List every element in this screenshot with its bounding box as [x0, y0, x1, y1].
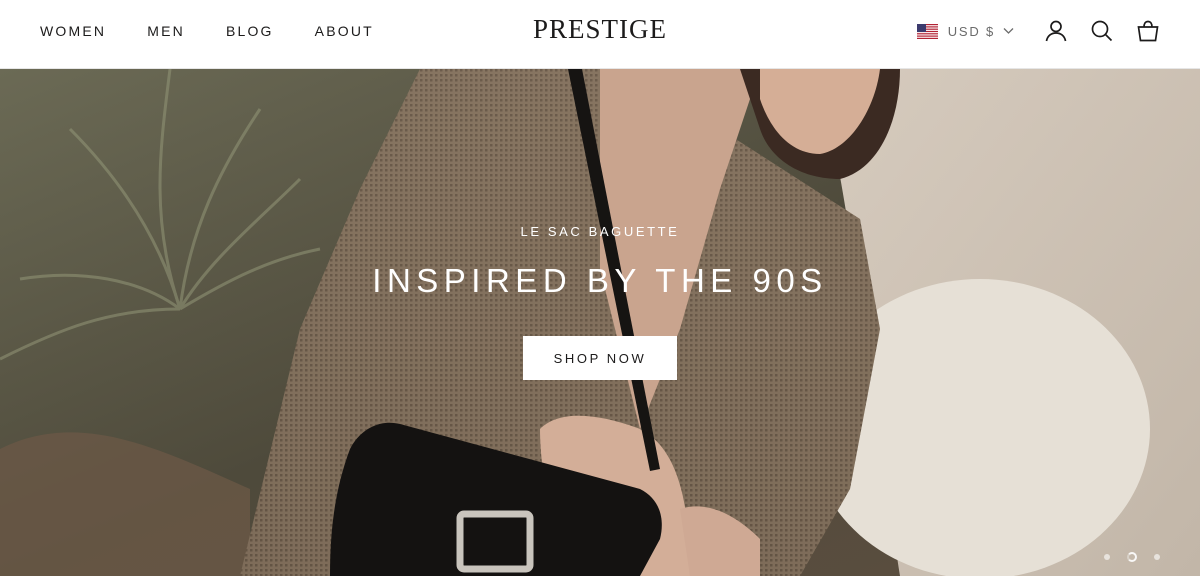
site-logo[interactable]: PRESTIGE	[533, 14, 667, 44]
site-header: WOMEN MEN BLOG ABOUT PRESTIGE USD $	[0, 0, 1200, 69]
nav-item-blog[interactable]: BLOG	[226, 23, 274, 39]
header-tools: USD $	[916, 0, 1160, 62]
nav-item-men[interactable]: MEN	[147, 23, 185, 39]
shop-now-button[interactable]: SHOP NOW	[523, 336, 677, 380]
nav-item-about[interactable]: ABOUT	[315, 23, 374, 39]
currency-label: USD $	[947, 23, 995, 39]
us-flag-icon	[916, 23, 938, 39]
main-nav: WOMEN MEN BLOG ABOUT	[40, 0, 415, 62]
search-icon[interactable]	[1090, 19, 1114, 43]
hero-content: LE SAC BAGUETTE INSPIRED BY THE 90S SHOP…	[0, 69, 1200, 576]
account-icon[interactable]	[1044, 19, 1068, 43]
slide-dot-1[interactable]	[1104, 554, 1110, 560]
slideshow-dots	[1087, 552, 1160, 562]
slide-dot-2[interactable]	[1127, 552, 1137, 562]
hero-subheading: LE SAC BAGUETTE	[520, 224, 680, 239]
currency-selector[interactable]: USD $	[916, 23, 1014, 39]
chevron-down-icon	[1003, 28, 1014, 34]
hero-slideshow: LE SAC BAGUETTE INSPIRED BY THE 90S SHOP…	[0, 69, 1200, 576]
cart-icon[interactable]	[1136, 19, 1160, 43]
nav-item-women[interactable]: WOMEN	[40, 23, 106, 39]
hero-heading: INSPIRED BY THE 90S	[372, 262, 828, 299]
slide-dot-3[interactable]	[1154, 554, 1160, 560]
